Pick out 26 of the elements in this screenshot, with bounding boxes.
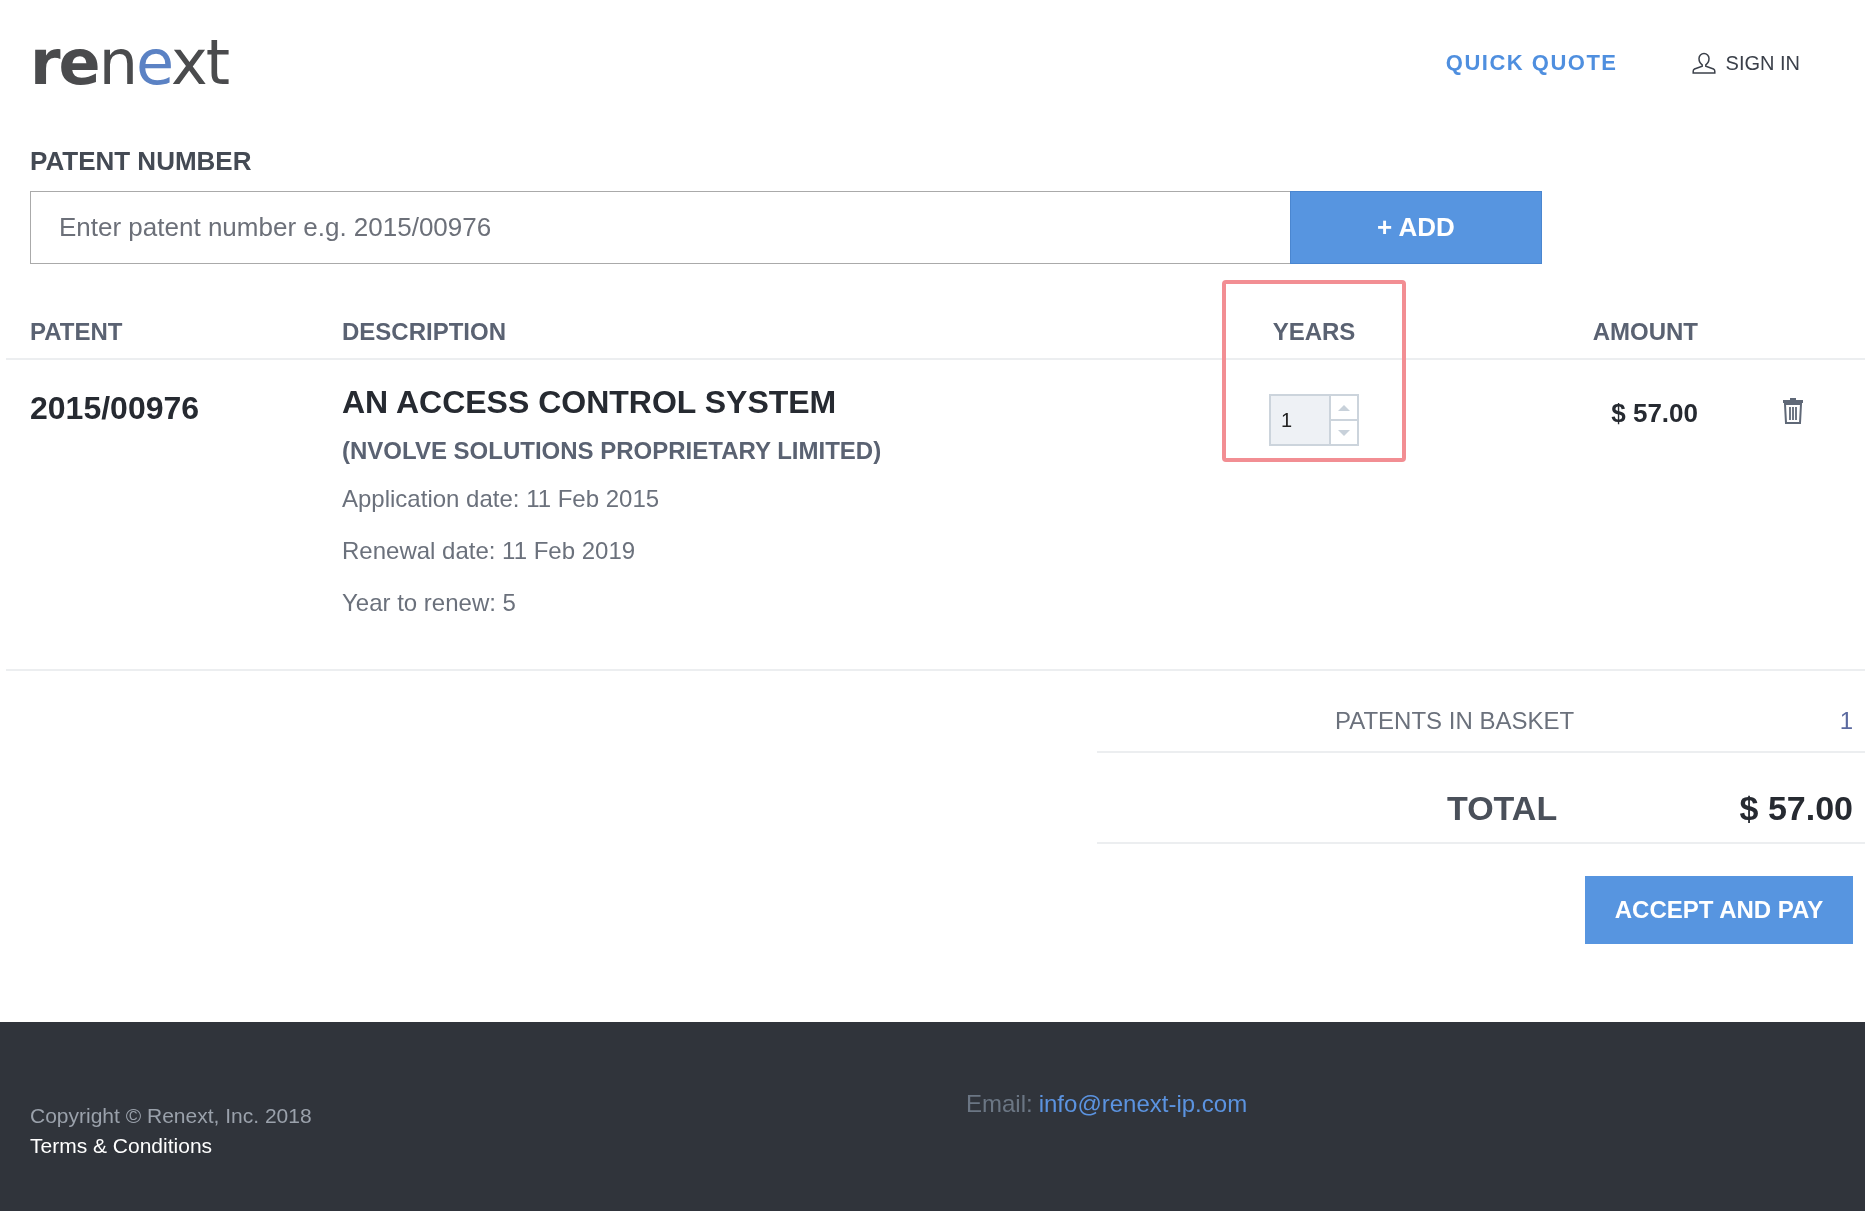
years-spinner[interactable]: 1: [1269, 394, 1359, 446]
trash-icon[interactable]: [1782, 396, 1804, 424]
email-link[interactable]: info@renext-ip.com: [1038, 1090, 1248, 1118]
total-amount: $ 57.00: [1739, 789, 1853, 828]
column-header: PATENT: [30, 318, 124, 346]
patent-detail: Renewal date: 11 Feb 2019: [342, 537, 637, 565]
column-header: AMOUNT: [1591, 318, 1698, 346]
basket-count: 1: [1839, 707, 1853, 735]
patent-number-field[interactable]: Enter patent number e.g. 2015/00976: [30, 191, 1290, 264]
copyright-text: Copyright © Renext, Inc. 2018: [30, 1104, 313, 1128]
logo[interactable]: renext: [30, 32, 228, 94]
patent-detail: Application date: 11 Feb 2015: [342, 485, 661, 513]
sign-in-link[interactable]: SIGN IN: [1691, 51, 1800, 75]
column-header: DESCRIPTION: [342, 318, 507, 346]
patent-title: AN ACCESS CONTROL SYSTEM: [342, 384, 838, 421]
basket-count-label: PATENTS IN BASKET: [1335, 707, 1575, 735]
patent-number-label: PATENT NUMBER: [30, 146, 253, 177]
column-header: YEARS: [1271, 318, 1357, 346]
terms-link[interactable]: Terms & Conditions: [30, 1134, 966, 1158]
amount: $ 57.00: [1610, 397, 1698, 430]
user-icon: [1691, 52, 1716, 74]
patent-number: 2015/00976: [30, 389, 201, 428]
email-label: Email:: [966, 1090, 1033, 1118]
total-label: TOTAL: [1447, 789, 1558, 828]
patent-owner: (NVOLVE SOLUTIONS PROPRIETARY LIMITED): [342, 437, 883, 465]
patent-detail: Year to renew: 5: [342, 589, 517, 617]
